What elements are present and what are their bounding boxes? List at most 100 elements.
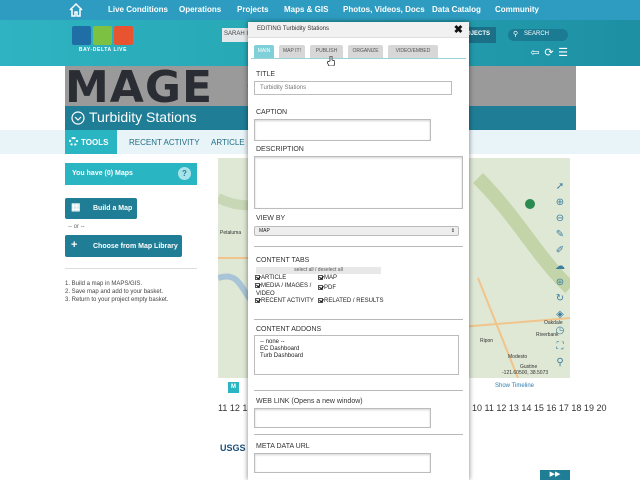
film-icon: ▦ [71, 202, 81, 213]
tab-recent-activity[interactable]: RECENT ACTIVITY [129, 130, 200, 154]
nav-photos-videos-docs[interactable]: Photos, Videos, Docs [343, 5, 425, 14]
caption-textarea[interactable] [254, 119, 431, 141]
addon-option[interactable]: Turb Dashboard [260, 353, 458, 360]
modal-title: EDITING Turbidity Stations [257, 26, 330, 32]
nav-operations[interactable]: Operations [179, 5, 221, 14]
checkbox-recent-label: RECENT ACTIVITY [261, 298, 314, 304]
close-icon[interactable]: ✖ [454, 23, 463, 36]
divider [254, 434, 463, 435]
usgs-logo: USGS [220, 443, 246, 453]
nav-projects[interactable]: Projects [237, 5, 269, 14]
web-link-input[interactable] [254, 408, 431, 428]
download-icon [71, 111, 85, 125]
choose-map-label: Choose from Map Library [93, 243, 178, 250]
show-timeline-link[interactable]: Show Timeline [495, 383, 534, 389]
zoom-out-icon[interactable]: ⊖ [553, 212, 567, 226]
modal-tab-map-it[interactable]: MAP IT! [279, 45, 305, 58]
checkbox-related-label: RELATED / RESULTS [324, 298, 384, 304]
upload-icon[interactable]: ☁ [553, 260, 567, 274]
nav-community[interactable]: Community [495, 5, 539, 14]
build-map-button[interactable]: ▦ Build a Map [65, 198, 137, 219]
checkbox-media[interactable]: MEDIA / IMAGES / [255, 283, 311, 290]
maps-count-banner: You have (0) Maps ? [65, 163, 197, 185]
edit-modal: EDITING Turbidity Stations ✖ MAIN MAP IT… [248, 22, 469, 480]
home-icon[interactable] [68, 2, 84, 18]
select-arrows-icon: ⇕ [450, 228, 455, 234]
checkbox-recent-activity[interactable]: RECENT ACTIVITY [255, 298, 314, 305]
tab-tools-label: TOOLS [81, 138, 109, 147]
zoom-in-icon[interactable]: ⊕ [553, 196, 567, 210]
divider [254, 390, 463, 391]
content-addons-list[interactable]: -- none -- EC Dashboard Turb Dashboard [254, 335, 459, 375]
description-textarea[interactable] [254, 156, 463, 209]
nav-data-catalog[interactable]: Data Catalog [432, 5, 481, 14]
logo-text: BAY-DELTA LIVE [78, 47, 128, 53]
page-title: Turbidity Stations [89, 109, 197, 125]
addon-option[interactable]: -- none -- [260, 339, 458, 346]
mouse-cursor-icon [327, 56, 335, 66]
instruction-step: 3. Return to your project empty basket. [65, 297, 169, 303]
meta-data-url-input[interactable] [254, 453, 431, 473]
select-all-link[interactable]: select all / deselect all [256, 267, 381, 274]
edit-icon[interactable]: ✐ [553, 244, 567, 258]
or-separator: -- or -- [68, 224, 85, 230]
meta-data-url-label: META DATA URL [256, 443, 310, 450]
checkbox-pdf[interactable]: PDF [318, 285, 336, 292]
title-input[interactable]: Turbidity Stations [254, 81, 452, 95]
logo-heron-icon [114, 26, 133, 45]
draw-icon[interactable]: ✎ [553, 228, 567, 242]
view-by-select[interactable]: MAP ⇕ [254, 226, 459, 236]
help-icon[interactable]: ? [178, 167, 191, 180]
refresh-map-icon[interactable]: ↻ [553, 292, 567, 306]
search-icon: ⚲ [513, 31, 519, 38]
build-map-label: Build a Map [93, 205, 133, 212]
refresh-icon[interactable]: ⟳ [543, 47, 555, 59]
addon-option[interactable]: EC Dashboard [260, 346, 458, 353]
search-placeholder: SEARCH [524, 31, 550, 37]
play-button[interactable]: ▶▶ [540, 470, 570, 480]
modal-tab-organize[interactable]: ORGANIZE [348, 45, 383, 58]
checkbox-related-results[interactable]: RELATED / RESULTS [318, 298, 383, 305]
checkbox-map-label: MAP [324, 275, 338, 281]
search-input[interactable]: ⚲ SEARCH [508, 29, 568, 41]
checkbox-checked-icon [255, 298, 260, 303]
checkbox-map[interactable]: MAP [318, 275, 337, 282]
content-addons-label: CONTENT ADDONS [256, 326, 322, 333]
instructions-list: 1. Build a map in MAPS/GIS. 2. Save map … [65, 280, 168, 304]
site-logo[interactable]: BAY-DELTA LIVE [70, 26, 136, 54]
logo-leaf-icon [93, 26, 112, 45]
nav-maps-gis[interactable]: Maps & GIS [284, 5, 328, 14]
map-label: Ripon [480, 338, 494, 344]
layers-icon[interactable]: ◈ [553, 308, 567, 322]
web-link-label: WEB LINK (Opens a new window) [256, 398, 363, 405]
modal-tab-main[interactable]: MAIN [254, 45, 274, 58]
instruction-step: 2. Save map and add to your basket. [65, 289, 164, 295]
choose-map-library-button[interactable]: + Choose from Map Library [65, 235, 182, 257]
checkbox-media-label: MEDIA / IMAGES / [261, 283, 312, 289]
logo-bird-icon [72, 26, 91, 45]
tab-tools[interactable]: TOOLS [65, 130, 117, 154]
checkbox-checked-icon [255, 283, 260, 288]
modal-tab-underline [251, 58, 466, 59]
search-map-icon[interactable]: ⚲ [553, 356, 567, 370]
clock-icon[interactable]: ◷ [553, 324, 567, 338]
timeline-numbers-right: 10 11 12 13 14 15 16 17 18 19 20 [472, 403, 607, 413]
maps-count-text: You have (0) Maps [72, 170, 133, 177]
checkbox-pdf-label: PDF [324, 285, 336, 291]
projects-button[interactable]: OJECTS [466, 27, 496, 43]
m-button[interactable]: M [228, 382, 239, 393]
fullscreen-icon[interactable]: ⛶ [553, 340, 567, 354]
checkbox-checked-icon [318, 285, 323, 290]
tab-article[interactable]: ARTICLE [211, 130, 245, 154]
modal-tab-video-embed[interactable]: VIDEO/EMBED [388, 45, 438, 58]
checkbox-article[interactable]: ARTICLE [255, 275, 286, 282]
modal-tabs: MAIN MAP IT! PUBLISH ORGANIZE VIDEO/EMBE… [251, 45, 466, 58]
layers-pin-icon[interactable]: ⊛ [553, 276, 567, 290]
divider [254, 319, 463, 320]
arrow-left-icon[interactable]: ⇦ [529, 47, 541, 59]
nav-live-conditions[interactable]: Live Conditions [108, 5, 168, 14]
view-by-label: VIEW BY [256, 215, 286, 222]
pointer-icon[interactable]: ➚ [553, 180, 567, 194]
divider [254, 246, 463, 247]
menu-icon[interactable]: ☰ [557, 47, 569, 59]
